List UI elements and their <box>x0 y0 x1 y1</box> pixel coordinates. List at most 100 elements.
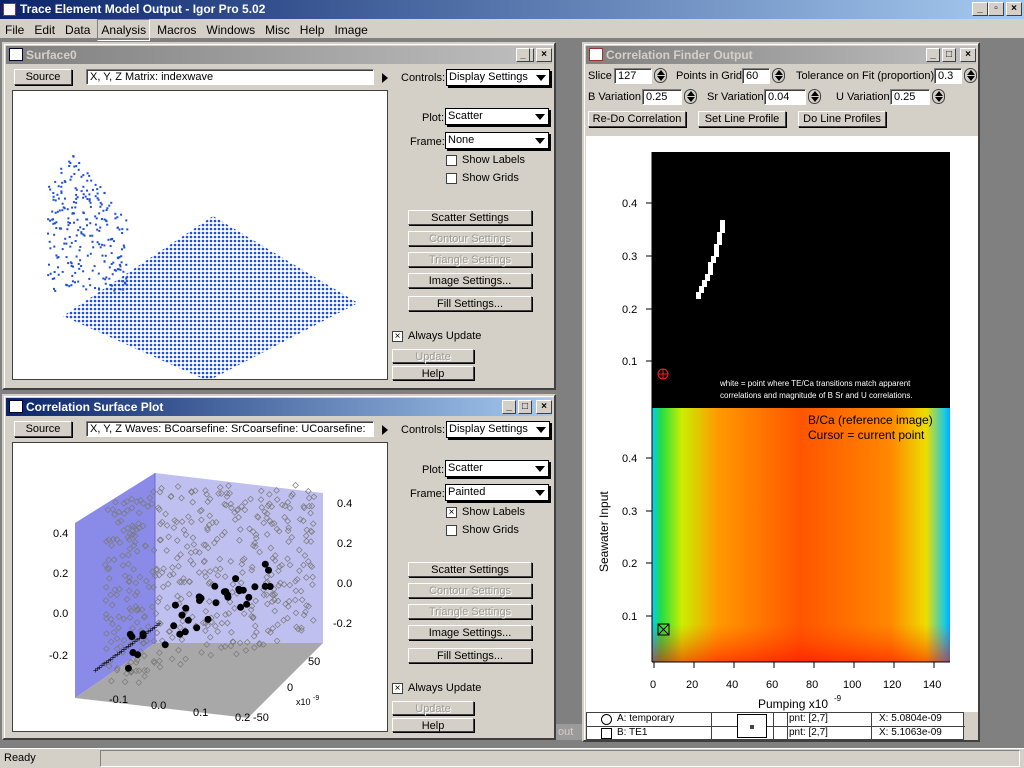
sr-variation-input[interactable]: 0.04 <box>764 89 806 105</box>
menu-misc[interactable]: Misc <box>262 20 293 40</box>
cursor-b-square-icon <box>601 728 612 739</box>
corr-surface-help-button[interactable]: Help <box>392 718 474 732</box>
scatter-point <box>113 269 116 271</box>
u-variation-spinner[interactable] <box>932 89 945 104</box>
surface0-help-button[interactable]: Help <box>392 366 474 380</box>
corr-surface-plot[interactable]: + + + + + + + + + + + + + + + + + + + + + + + + + + + + + + 0.4 0.2 0… <box>12 442 388 732</box>
xtick-4: 80 <box>806 679 818 691</box>
minimize-app-button[interactable]: _ <box>972 2 988 16</box>
surface0-source-button[interactable]: Source <box>14 69 72 85</box>
corr-surface-title-bar[interactable]: Correlation Surface Plot _ □ × <box>6 398 552 416</box>
surface0-play-icon[interactable] <box>382 73 388 83</box>
corr-surface-close-button[interactable]: × <box>536 400 552 414</box>
scatter-point <box>61 270 64 273</box>
corr-surface-update-button[interactable]: Update <box>392 701 474 715</box>
scatter-point <box>82 174 85 177</box>
b-variation-input[interactable]: 0.25 <box>642 89 682 105</box>
surface0-always-update-checkbox[interactable]: × <box>392 331 403 342</box>
surface0-source-field[interactable]: X, Y, Z Matrix: indexwave <box>86 69 374 85</box>
status-bar: Ready <box>0 748 1024 768</box>
surface0-update-button[interactable]: Update <box>392 349 474 363</box>
surface0-scatter-settings-button[interactable]: Scatter Settings <box>408 210 532 225</box>
surface0-image-settings-button[interactable]: Image Settings... <box>408 273 532 288</box>
menu-data[interactable]: Data <box>62 20 93 40</box>
finder-maximize-button[interactable]: □ <box>942 48 956 62</box>
black-point <box>237 603 245 611</box>
menu-macros[interactable]: Macros <box>154 20 199 40</box>
tolerance-spinner[interactable] <box>964 68 977 83</box>
surface0-plot[interactable] <box>12 90 388 381</box>
surface0-restore-button[interactable]: _ <box>516 48 530 62</box>
surface0-controls-select[interactable]: Display Settings <box>446 69 550 86</box>
menu-help[interactable]: Help <box>297 20 328 40</box>
surface0-fill-settings-button[interactable]: Fill Settings... <box>408 296 532 311</box>
restore-app-button[interactable]: ▫ <box>988 2 1004 16</box>
menu-windows[interactable]: Windows <box>203 20 258 40</box>
corr-surface-source-button[interactable]: Source <box>14 421 72 437</box>
corr-surface-always-update-checkbox[interactable]: × <box>392 683 403 694</box>
corr-surface-source-field[interactable]: X, Y, Z Waves: BCoarsefine: SrCoarsefine… <box>86 421 374 437</box>
corr-surface-show-grids-checkbox[interactable] <box>446 525 457 536</box>
close-app-button[interactable]: × <box>1006 2 1022 16</box>
u-variation-input[interactable]: 0.25 <box>890 89 930 105</box>
menu-edit[interactable]: Edit <box>31 20 58 40</box>
corr-surface-plot-select[interactable]: Scatter <box>445 460 549 477</box>
red-crosshair-icon[interactable] <box>657 368 669 380</box>
surface0-frame-select[interactable]: None <box>445 132 549 149</box>
corr-surface-minimize-button[interactable]: _ <box>502 400 516 414</box>
surface0-show-grids-checkbox[interactable] <box>446 173 457 184</box>
finder-title-bar[interactable]: Correlation Finder Output _ □ × <box>586 46 976 64</box>
scatter-point <box>122 270 125 273</box>
surface0-triangle-settings-button[interactable]: Triangle Settings <box>408 252 532 267</box>
cursor-a-row[interactable]: A: temporary pnt: [2,7] X: 5.0804e-09 <box>587 713 965 727</box>
surface0-show-labels-checkbox[interactable] <box>446 155 457 166</box>
points-in-grid-input[interactable]: 60 <box>742 68 770 84</box>
corr-surface-frame-select[interactable]: Painted <box>445 484 549 501</box>
scatter-point <box>65 283 68 286</box>
set-line-profile-button[interactable]: Set Line Profile <box>698 111 786 127</box>
match-pixel <box>714 250 719 257</box>
sr-variation-spinner[interactable] <box>808 89 821 104</box>
redo-correlation-button[interactable]: Re-Do Correlation <box>588 111 686 127</box>
corr-surface-triangle-settings-button[interactable]: Triangle Settings <box>408 604 532 619</box>
surface0-show-labels-label: Show Labels <box>462 154 525 166</box>
corr-surface-controls-select[interactable]: Display Settings <box>446 421 550 438</box>
scatter-point <box>110 263 113 265</box>
surface0-close-button[interactable]: × <box>536 48 552 62</box>
heatmap-legend-1: B/Ca (reference image) <box>808 413 933 427</box>
slice-spinner[interactable] <box>654 68 667 83</box>
scatter-point <box>104 278 107 281</box>
scatter-point <box>77 280 80 283</box>
do-line-profiles-button[interactable]: Do Line Profiles <box>798 111 886 127</box>
scatter-point <box>110 201 113 204</box>
surface0-title-bar[interactable]: Surface0 _ × <box>6 46 552 64</box>
sr-variation-label: Sr Variation <box>707 91 764 103</box>
corr-surface-maximize-button[interactable]: □ <box>518 400 532 414</box>
corr-surface-image-settings-button[interactable]: Image Settings... <box>408 625 532 640</box>
surface0-plot-select[interactable]: Scatter <box>445 108 549 125</box>
points-in-grid-spinner[interactable] <box>772 68 785 83</box>
scatter-point <box>55 227 58 230</box>
slice-input[interactable]: 127 <box>614 68 652 84</box>
b-variation-spinner[interactable] <box>684 89 697 104</box>
corr-surface-scatter-settings-button[interactable]: Scatter Settings <box>408 562 532 577</box>
finder-close-button[interactable]: × <box>960 48 976 62</box>
finder-minimize-button[interactable]: _ <box>926 48 940 62</box>
corr-surface-play-icon[interactable] <box>382 425 388 435</box>
scatter-point <box>103 191 106 194</box>
tolerance-input[interactable]: 0.3 <box>934 68 962 84</box>
menu-file[interactable]: File <box>2 20 27 40</box>
scatter-point <box>102 277 105 280</box>
menu-analysis[interactable]: Analysis <box>97 19 151 41</box>
finder-plot[interactable]: white = point where TE/Ca transitions ma… <box>586 136 978 712</box>
menu-image[interactable]: Image <box>331 20 370 40</box>
corr-surface-contour-settings-button[interactable]: Contour Settings <box>408 583 532 598</box>
black-point <box>265 566 272 574</box>
corr-surface-fill-settings-button[interactable]: Fill Settings... <box>408 648 532 663</box>
surface0-window: Surface0 _ × _ Source X, Y, Z Matrix: in… <box>2 42 556 390</box>
corr-surface-show-labels-checkbox[interactable]: × <box>446 507 457 518</box>
surface0-contour-settings-button[interactable]: Contour Settings <box>408 231 532 246</box>
cursor-a-label: A: temporary <box>617 713 675 724</box>
scatter-point <box>84 195 87 198</box>
cursor-b-row[interactable]: B: TE1 pnt: [2,7] X: 5.1063e-09 <box>587 727 965 741</box>
